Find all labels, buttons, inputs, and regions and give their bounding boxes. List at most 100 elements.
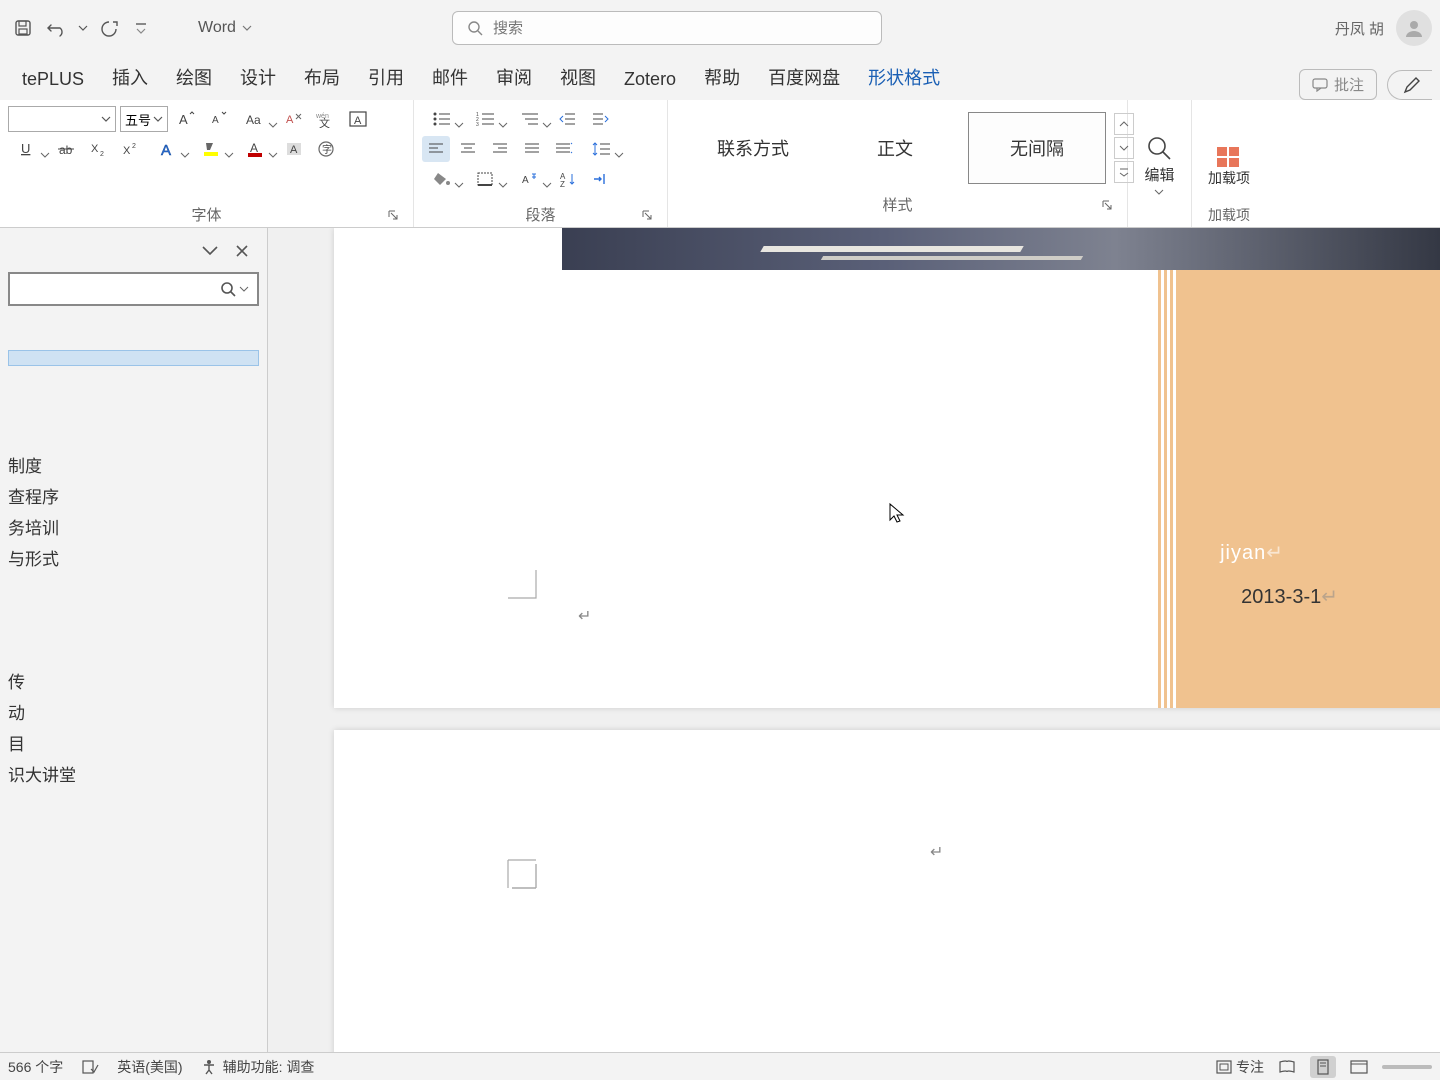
tab-view[interactable]: 视图 <box>546 56 610 100</box>
cover-image[interactable] <box>562 228 1440 270</box>
nav-item[interactable]: 识大讲堂 <box>8 761 259 786</box>
undo-icon[interactable] <box>42 13 72 43</box>
strikethrough-icon[interactable]: ab <box>52 136 80 162</box>
accessibility-status[interactable]: 辅助功能: 调查 <box>201 1057 315 1077</box>
tab-draw[interactable]: 绘图 <box>162 56 226 100</box>
svg-text:A: A <box>212 115 219 126</box>
font-name-combo[interactable] <box>8 106 116 132</box>
tab-baidu[interactable]: 百度网盘 <box>754 56 854 100</box>
style-card-contact[interactable]: 联系方式 <box>684 112 822 184</box>
styles-dialog-launcher[interactable] <box>1101 199 1115 213</box>
decrease-indent-icon[interactable] <box>554 106 582 132</box>
text-effects-icon[interactable]: A <box>148 136 188 162</box>
align-left-icon[interactable] <box>422 136 450 162</box>
svg-text:X: X <box>123 145 131 157</box>
underline-icon[interactable]: U <box>8 136 48 162</box>
nav-item[interactable]: 动 <box>8 699 259 724</box>
asian-layout-icon[interactable]: A <box>510 166 550 192</box>
editing-button[interactable]: 编辑 <box>1136 130 1182 201</box>
search-box[interactable] <box>452 11 882 45</box>
increase-indent-icon[interactable] <box>586 106 614 132</box>
editing-mode-button[interactable] <box>1387 70 1432 100</box>
borders-icon[interactable] <box>466 166 506 192</box>
subscript-icon[interactable]: X2 <box>84 136 112 162</box>
date-text[interactable]: 2013-3-1↵ <box>1241 584 1338 609</box>
justify-icon[interactable] <box>518 136 546 162</box>
nav-search-input[interactable] <box>18 282 219 297</box>
style-card-nospacing[interactable]: 无间隔 <box>968 112 1106 184</box>
nav-search-box[interactable] <box>8 272 259 306</box>
superscript-icon[interactable]: X2 <box>116 136 144 162</box>
search-input[interactable] <box>493 20 867 37</box>
character-border-icon[interactable]: A <box>344 106 372 132</box>
show-marks-icon[interactable] <box>586 166 614 192</box>
zoom-slider[interactable] <box>1382 1065 1432 1069</box>
web-layout-icon[interactable] <box>1346 1056 1372 1078</box>
tab-help[interactable]: 帮助 <box>690 56 754 100</box>
save-icon[interactable] <box>8 13 38 43</box>
font-size-combo[interactable]: 五号 <box>120 106 168 132</box>
decrease-font-icon[interactable]: A <box>204 106 232 132</box>
nav-item[interactable]: 查程序 <box>8 483 259 508</box>
numbering-icon[interactable]: 123 <box>466 106 506 132</box>
clear-formatting-icon[interactable]: A <box>280 106 308 132</box>
distributed-icon[interactable] <box>550 136 578 162</box>
tab-mailings[interactable]: 邮件 <box>418 56 482 100</box>
shading-icon[interactable] <box>422 166 462 192</box>
enclose-characters-icon[interactable]: 字 <box>312 136 340 162</box>
group-label-addins: 加载项 <box>1208 207 1250 223</box>
align-right-icon[interactable] <box>486 136 514 162</box>
nav-close-icon[interactable] <box>235 244 249 258</box>
style-label: 正文 <box>877 135 913 161</box>
comments-button[interactable]: 批注 <box>1299 69 1377 100</box>
change-case-icon[interactable]: Aa <box>236 106 276 132</box>
group-font: 五号 A A Aa A wén文 A U ab X2 X2 A A A 字 <box>0 100 414 227</box>
tab-references[interactable]: 引用 <box>354 56 418 100</box>
app-name-dropdown-icon[interactable] <box>242 23 252 33</box>
search-icon[interactable] <box>219 280 237 298</box>
tab-design[interactable]: 设计 <box>226 56 290 100</box>
language-status[interactable]: 英语(美国) <box>117 1057 182 1077</box>
document-area[interactable]: jiyan↵ 2013-3-1↵ ↵ ↵ <box>268 228 1440 1052</box>
align-center-icon[interactable] <box>454 136 482 162</box>
tab-zotero[interactable]: Zotero <box>610 61 690 100</box>
multilevel-list-icon[interactable] <box>510 106 550 132</box>
author-text[interactable]: jiyan↵ <box>1220 540 1284 565</box>
nav-search-dropdown-icon[interactable] <box>239 284 249 294</box>
qat-customize-dropdown[interactable] <box>134 21 148 35</box>
style-card-normal[interactable]: 正文 <box>826 112 964 184</box>
highlight-icon[interactable] <box>192 136 232 162</box>
font-dialog-launcher[interactable] <box>387 209 401 223</box>
word-count[interactable]: 566 个字 <box>8 1057 63 1077</box>
nav-collapse-icon[interactable] <box>201 245 219 257</box>
character-shading-icon[interactable]: A <box>280 136 308 162</box>
read-mode-icon[interactable] <box>1274 1056 1300 1078</box>
nav-item[interactable]: 制度 <box>8 452 259 477</box>
phonetic-guide-icon[interactable]: wén文 <box>312 106 340 132</box>
print-layout-icon[interactable] <box>1310 1056 1336 1078</box>
tab-insert[interactable]: 插入 <box>98 56 162 100</box>
svg-text:Z: Z <box>560 180 565 187</box>
addins-button[interactable]: 加载项 <box>1200 141 1258 190</box>
bullets-icon[interactable] <box>422 106 462 132</box>
user-avatar[interactable] <box>1396 10 1432 46</box>
tab-layout[interactable]: 布局 <box>290 56 354 100</box>
nav-selected-heading[interactable] <box>8 350 259 366</box>
line-spacing-icon[interactable] <box>582 136 622 162</box>
tab-review[interactable]: 审阅 <box>482 56 546 100</box>
nav-item[interactable]: 务培训 <box>8 514 259 539</box>
nav-item[interactable]: 与形式 <box>8 545 259 570</box>
workspace: 制度 查程序 务培训 与形式 传 动 目 识大讲堂 jiyan↵ 2013-3-… <box>0 228 1440 1052</box>
focus-mode[interactable]: 专注 <box>1216 1057 1264 1077</box>
font-color-icon[interactable]: A <box>236 136 276 162</box>
nav-item[interactable]: 传 <box>8 668 259 693</box>
redo-icon[interactable] <box>94 13 124 43</box>
spellcheck-icon[interactable] <box>81 1059 99 1075</box>
nav-item[interactable]: 目 <box>8 730 259 755</box>
undo-dropdown[interactable] <box>76 23 90 33</box>
increase-font-icon[interactable]: A <box>172 106 200 132</box>
paragraph-dialog-launcher[interactable] <box>641 209 655 223</box>
tab-shape-format[interactable]: 形状格式 <box>854 56 954 100</box>
sort-icon[interactable]: AZ <box>554 166 582 192</box>
tab-teplus[interactable]: tePLUS <box>8 61 98 100</box>
